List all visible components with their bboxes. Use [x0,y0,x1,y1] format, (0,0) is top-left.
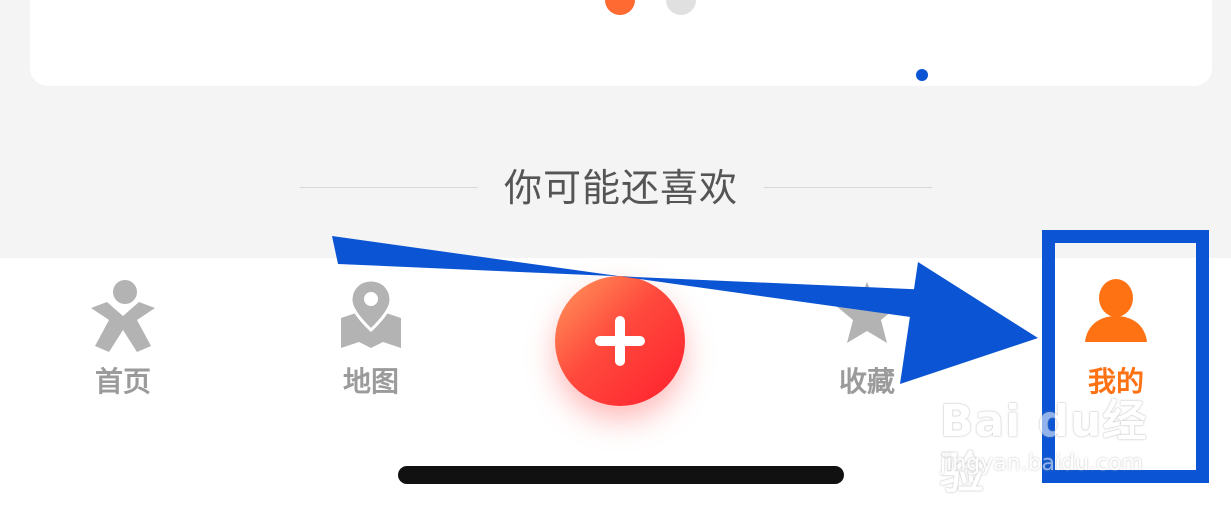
carousel-dot[interactable] [666,0,696,15]
add-button[interactable] [555,276,685,406]
recommend-section-header: 你可能还喜欢 [0,163,1231,213]
annotation-dot [916,69,928,81]
baidu-jingyan-watermark: Bai du经验 jingyan.baidu.com [940,396,1180,499]
carousel-dot-active[interactable] [605,0,635,15]
divider-left [300,187,478,188]
tab-map-label: 地图 [342,365,399,398]
map-pin-icon [339,278,403,354]
divider-right [764,187,932,188]
plus-icon [595,316,645,366]
tab-favorites[interactable]: 收藏 [787,258,947,408]
star-icon [832,278,902,352]
banner-card[interactable] [30,0,1212,86]
home-indicator[interactable] [398,466,844,484]
watermark-brand: Bai du经验 [940,396,1148,499]
tab-map[interactable]: 地图 [291,258,451,408]
recommend-title: 你可能还喜欢 [503,166,738,210]
watermark-url: jingyan.baidu.com [940,451,1144,476]
home-person-icon [85,278,161,358]
tab-home-label: 首页 [94,365,151,398]
tab-favorites-label: 收藏 [838,365,895,398]
tab-home[interactable]: 首页 [43,258,203,408]
